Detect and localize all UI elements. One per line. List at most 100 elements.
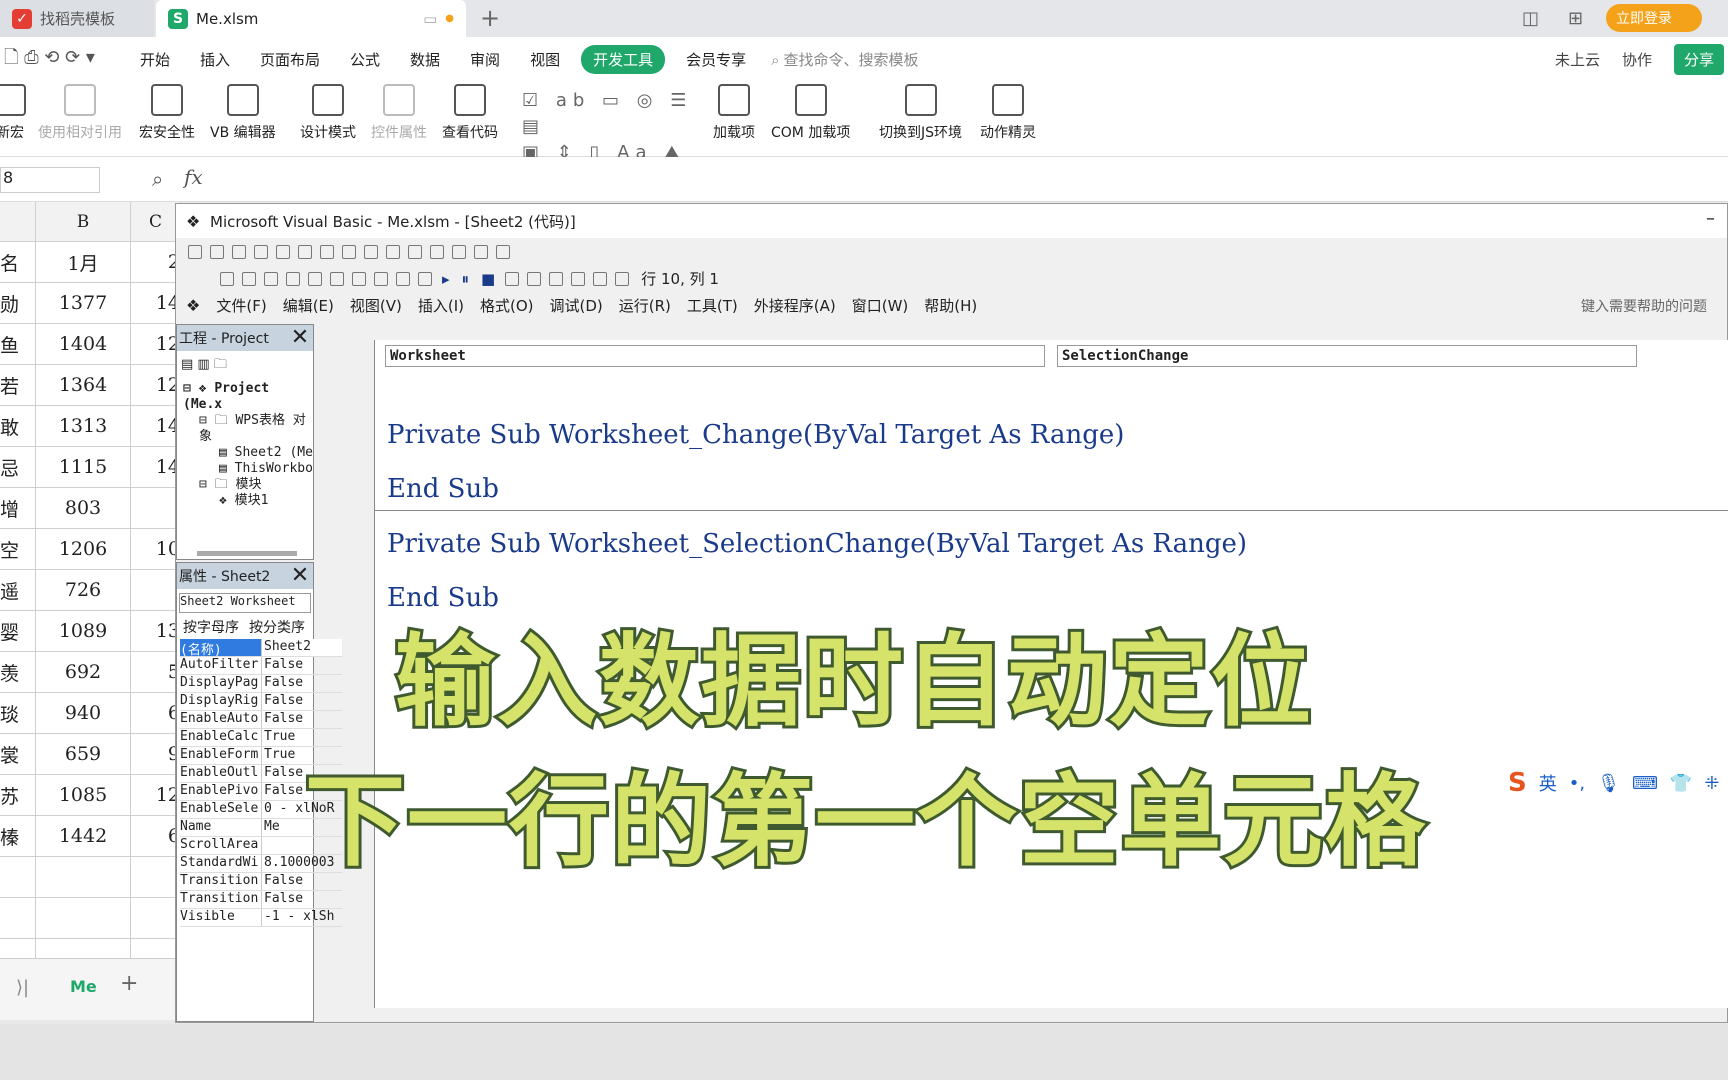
cell-a[interactable]: 裳 (0, 734, 36, 775)
cell-a[interactable]: 琰 (0, 693, 36, 734)
cell-c[interactable]: 9 (131, 734, 181, 775)
zoom-icon[interactable]: ⌕ (152, 167, 163, 191)
property-row[interactable]: Visible -1 - xlSh (180, 909, 342, 927)
properties-window[interactable]: 属性 - Sheet2 ✕ Sheet2 Worksheet 按字母序 按分类序 … (176, 562, 342, 1022)
fx-icon[interactable]: fx (184, 165, 203, 189)
property-row[interactable]: DisplayRig False (180, 693, 342, 711)
ribbon-view-code[interactable]: 查看代码 (442, 84, 498, 142)
cell-b[interactable]: 1404 (36, 324, 131, 365)
cell-c[interactable]: 14 (131, 406, 181, 447)
cell-a[interactable]: 若 (0, 365, 36, 406)
property-value[interactable]: False (262, 675, 342, 692)
column-header-a[interactable] (0, 202, 36, 242)
vba-menu-debug[interactable]: 调试(D) (550, 295, 603, 316)
cell-b[interactable]: 1364 (36, 365, 131, 406)
spreadsheet-grid[interactable]: B C 名 1月 2 勋 1377 14 鱼 1404 12 若 1364 12 敢 1313 14 忌 1115 1… (0, 202, 181, 1020)
share-button[interactable]: 分享 (1673, 44, 1724, 75)
stop-icon[interactable]: ■ (481, 270, 495, 288)
menu-insert[interactable]: 插入 (200, 49, 230, 70)
cell-b[interactable]: 940 (36, 693, 131, 734)
grid-icon[interactable]: ⊞ (1568, 8, 1583, 29)
empty-cell[interactable] (36, 898, 131, 939)
property-value[interactable]: False (262, 657, 342, 674)
skin-icon[interactable]: 👕 (1670, 773, 1692, 794)
tree-folder-modules[interactable]: ⊟ 🗀 模块 (183, 477, 313, 493)
ribbon-addins[interactable]: 加载项 (713, 84, 755, 142)
cell-a[interactable]: 增 (0, 488, 36, 529)
project-toolbar[interactable]: ▤ ▥ 🗀 (181, 355, 227, 377)
cell-a[interactable]: 空 (0, 529, 36, 570)
horizontal-scrollbar[interactable] (197, 551, 297, 556)
ribbon-design-mode[interactable]: 设计模式 (300, 84, 356, 142)
cell-c[interactable]: 14 (131, 283, 181, 324)
run-icon[interactable]: ▸ (442, 270, 450, 288)
property-row[interactable]: EnableAuto False (180, 711, 342, 729)
cell-a[interactable]: 忌 (0, 447, 36, 488)
menu-developer[interactable]: 开发工具 (581, 45, 666, 74)
empty-cell[interactable] (0, 857, 36, 898)
punctuation-icon[interactable]: •, (1569, 773, 1585, 794)
cell-c[interactable]: 13 (131, 611, 181, 652)
menu-page-layout[interactable]: 页面布局 (260, 49, 320, 70)
monitor-icon[interactable]: ▭ (423, 10, 437, 28)
menu-formula[interactable]: 公式 (350, 49, 380, 70)
microphone-icon[interactable]: 🎙 (1597, 773, 1620, 794)
ime-toolbar[interactable]: S 英 •, 🎙 ⌨ 👕 ⁜ (1508, 766, 1728, 800)
cell-a[interactable]: 名 (0, 242, 36, 283)
cell-a[interactable]: 敢 (0, 406, 36, 447)
cell-c[interactable]: 12 (131, 365, 181, 406)
ribbon-switch-js[interactable]: 切换到JS环境 (879, 84, 962, 142)
help-search-input[interactable]: 键入需要帮助的问题 (1581, 296, 1707, 316)
property-row[interactable]: (名称) Sheet2 (180, 639, 342, 657)
object-combo[interactable]: Worksheet (385, 345, 1045, 367)
menu-member[interactable]: 会员专享 (686, 49, 746, 70)
column-header-b[interactable]: B (36, 202, 131, 242)
cell-b[interactable]: 1115 (36, 447, 131, 488)
tree-item-sheet2[interactable]: ▤ Sheet2 (Me (183, 445, 313, 461)
cell-b[interactable]: 1442 (36, 816, 131, 857)
ribbon-vb-editor[interactable]: VB 编辑器 (210, 84, 276, 142)
vba-menu-format[interactable]: 格式(O) (480, 295, 534, 316)
tree-item-thisworkbook[interactable]: ▤ ThisWorkbo (183, 461, 313, 477)
code-line[interactable]: Private Sub Worksheet_Change(ByVal Targe… (387, 420, 1124, 450)
cell-a[interactable]: 鱼 (0, 324, 36, 365)
tab-template[interactable]: ✓ 找稻壳模板 (0, 0, 154, 37)
cell-c[interactable]: 5 (131, 652, 181, 693)
apps-icon[interactable]: ⁜ (1704, 773, 1719, 794)
column-header-c[interactable]: C (131, 202, 181, 242)
menu-view[interactable]: 视图 (530, 49, 560, 70)
cloud-status[interactable]: 未上云 (1555, 49, 1600, 70)
cell-a[interactable]: 羡 (0, 652, 36, 693)
project-tree[interactable]: ⊟ ❖ Project (Me.x ⊟ 🗀 WPS表格 对象 ▤ Sheet2 … (183, 381, 313, 509)
cell-b[interactable]: 726 (36, 570, 131, 611)
procedure-combo[interactable]: SelectionChange (1057, 345, 1637, 367)
sheet-nav-icon[interactable]: ⟩| (16, 977, 29, 998)
vba-menu-window[interactable]: 窗口(W) (852, 295, 909, 316)
cell-b[interactable]: 659 (36, 734, 131, 775)
property-row[interactable]: DisplayPag False (180, 675, 342, 693)
menu-review[interactable]: 审阅 (470, 49, 500, 70)
cell-b[interactable]: 1313 (36, 406, 131, 447)
cell-b[interactable]: 1085 (36, 775, 131, 816)
form-controls-grid[interactable]: ☑ ab ▭ ◎ ☰ ▤▣ ⇕ ▯ Aa ⛰ ▬ (522, 88, 694, 189)
cell-c[interactable] (131, 488, 181, 529)
menu-start[interactable]: 开始 (140, 49, 170, 70)
vba-menu-file[interactable]: 文件(F) (216, 295, 266, 316)
cell-c[interactable]: 12 (131, 324, 181, 365)
property-value[interactable]: -1 - xlSh (262, 909, 342, 926)
property-row[interactable]: Transition False (180, 891, 342, 909)
minimize-button[interactable]: – (1706, 208, 1715, 229)
quick-access-icons[interactable]: 🗋 ⎙ ⟲ ⟳ ▾ (4, 45, 95, 75)
ribbon-control-props[interactable]: 控件属性 (371, 84, 427, 142)
vba-menu-help[interactable]: 帮助(H) (924, 295, 977, 316)
ribbon-com-addins[interactable]: COM 加载项 (771, 84, 850, 142)
menu-data[interactable]: 数据 (410, 49, 440, 70)
code-line[interactable]: End Sub (387, 474, 499, 504)
cell-b[interactable]: 1089 (36, 611, 131, 652)
empty-cell[interactable] (36, 857, 131, 898)
cell-b[interactable]: 1377 (36, 283, 131, 324)
tree-item-module1[interactable]: ❖ 模块1 (183, 493, 313, 509)
cell-c[interactable]: 2 (131, 242, 181, 283)
property-value[interactable]: False (262, 891, 342, 908)
tree-root[interactable]: ⊟ ❖ Project (Me.x (183, 381, 313, 413)
